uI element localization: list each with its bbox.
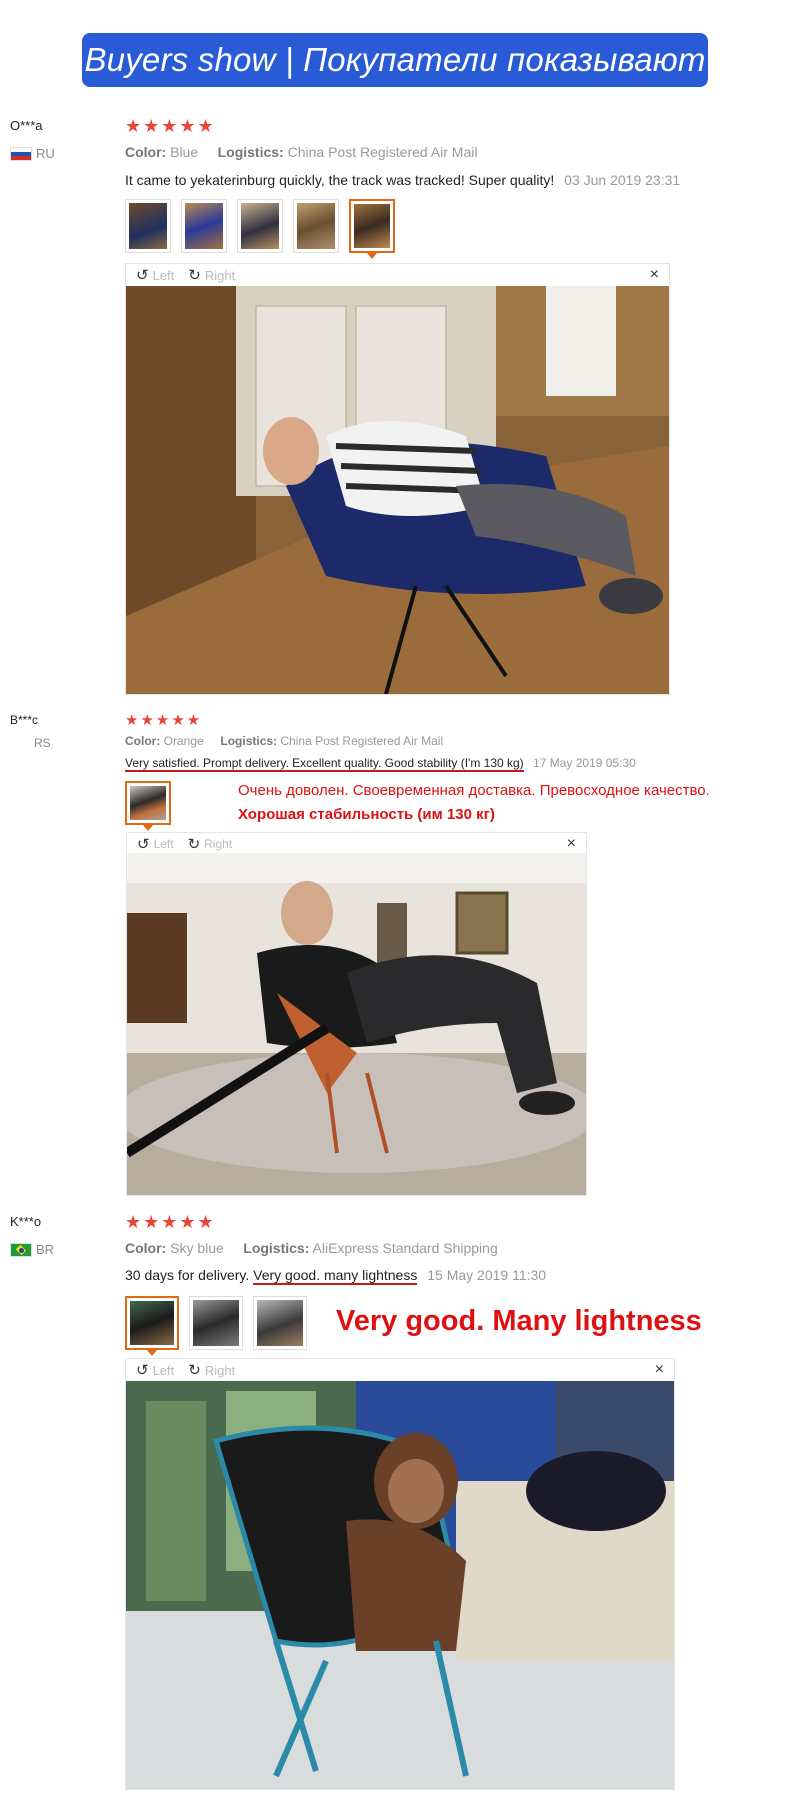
thumbnail[interactable] <box>189 1296 243 1350</box>
logistics-label: Logistics: <box>217 144 284 160</box>
close-icon[interactable]: × <box>567 835 576 853</box>
color-value: Blue <box>170 144 199 160</box>
review-photo <box>126 286 669 694</box>
review-meta: Color: Blue Logistics: China Post Regist… <box>125 144 477 160</box>
thumbnail[interactable] <box>125 199 171 253</box>
color-value: Orange <box>163 734 204 748</box>
reviewer-country: RU <box>10 146 55 161</box>
country-code: BR <box>36 1242 55 1257</box>
reviewer-country: RS <box>34 736 51 750</box>
review-date: 17 May 2019 05:30 <box>533 756 636 770</box>
thumbnail-strip <box>125 1296 307 1356</box>
comment-text: Very satisfied. Prompt delivery. Excelle… <box>125 756 524 772</box>
thumbnail[interactable] <box>237 199 283 253</box>
image-viewer: ↺ Left ↻ Right × <box>125 263 670 695</box>
rotate-left-button[interactable]: ↺ Left <box>137 835 174 853</box>
comment-text: It came to yekaterinburg quickly, the tr… <box>125 172 555 188</box>
viewer-toolbar: ↺ Left ↻ Right × <box>126 264 669 286</box>
color-label: Color: <box>125 1240 167 1256</box>
star-rating: ★★★★★ <box>125 1212 216 1232</box>
buyers-show-banner: Buyers show | Покупатели показывают <box>82 33 708 87</box>
rotate-right-button[interactable]: ↻ Right <box>188 266 235 284</box>
review-meta: Color: Sky blue Logistics: AliExpress St… <box>125 1240 498 1256</box>
country-code: RU <box>36 146 55 161</box>
rotate-right-icon: ↻ <box>188 1362 201 1379</box>
reviewer-name: K***o <box>10 1214 42 1229</box>
thumbnail[interactable] <box>293 199 339 253</box>
russia-flag-icon <box>10 146 32 161</box>
banner-title: Buyers show | Покупатели показывают <box>84 41 706 78</box>
rotate-left-button[interactable]: ↺ Left <box>136 1361 174 1379</box>
review-comment: It came to yekaterinburg quickly, the tr… <box>125 172 680 188</box>
color-label: Color: <box>125 734 161 748</box>
reviewer-country: BR <box>10 1242 54 1257</box>
rotate-left-icon: ↺ <box>136 267 149 284</box>
brazil-flag-icon <box>10 1242 32 1257</box>
image-viewer: ↺ Left ↻ Right × <box>126 832 587 1196</box>
rotate-right-icon: ↻ <box>188 267 201 284</box>
comment-prefix: 30 days for delivery. <box>125 1267 254 1283</box>
review-comment: Very satisfied. Prompt delivery. Excelle… <box>125 756 636 772</box>
thumbnail-active[interactable] <box>349 199 395 259</box>
review-callout: Very good. Many lightness <box>336 1305 702 1337</box>
star-rating: ★★★★★ <box>125 712 203 729</box>
close-icon[interactable]: × <box>650 266 659 284</box>
review-photo <box>126 1381 674 1789</box>
country-code: RS <box>34 736 51 750</box>
close-icon[interactable]: × <box>655 1361 664 1379</box>
viewer-toolbar: ↺ Left ↻ Right × <box>126 1359 674 1381</box>
rotate-left-icon: ↺ <box>136 1362 149 1379</box>
logistics-value: AliExpress Standard Shipping <box>312 1240 498 1256</box>
rotate-left-button[interactable]: ↺ Left <box>136 266 174 284</box>
logistics-label: Logistics: <box>220 734 278 748</box>
rotate-right-button[interactable]: ↻ Right <box>188 835 233 853</box>
thumbnail-strip <box>125 199 395 259</box>
review-photo <box>127 853 586 1195</box>
review-meta: Color: Orange Logistics: China Post Regi… <box>125 734 443 748</box>
star-rating: ★★★★★ <box>125 116 216 136</box>
rotate-left-icon: ↺ <box>137 836 150 853</box>
thumbnail-strip <box>125 781 171 831</box>
color-value: Sky blue <box>170 1240 224 1256</box>
logistics-label: Logistics: <box>243 1240 310 1256</box>
translation-line-2: Хорошая стабильность (им 130 кг) <box>238 806 495 823</box>
comment-highlight: Very good. many lightness <box>253 1267 418 1285</box>
logistics-value: China Post Registered Air Mail <box>287 144 478 160</box>
reviewer-name: B***c <box>10 713 39 727</box>
thumbnail-active[interactable] <box>125 1296 179 1356</box>
thumbnail[interactable] <box>253 1296 307 1350</box>
translation-line-1: Очень доволен. Своевременная доставка. П… <box>238 782 710 799</box>
reviewer-name: O***a <box>10 118 43 133</box>
color-label: Color: <box>125 144 167 160</box>
rotate-right-button[interactable]: ↻ Right <box>188 1361 235 1379</box>
rotate-right-icon: ↻ <box>187 836 201 853</box>
image-viewer: ↺ Left ↻ Right × <box>125 1358 675 1790</box>
thumbnail[interactable] <box>181 199 227 253</box>
review-comment: 30 days for delivery. Very good. many li… <box>125 1267 547 1285</box>
logistics-value: China Post Registered Air Mail <box>280 734 444 748</box>
review-date: 15 May 2019 11:30 <box>427 1267 547 1283</box>
thumbnail-active[interactable] <box>125 781 171 831</box>
review-date: 03 Jun 2019 23:31 <box>564 172 681 188</box>
viewer-toolbar: ↺ Left ↻ Right × <box>127 833 586 855</box>
